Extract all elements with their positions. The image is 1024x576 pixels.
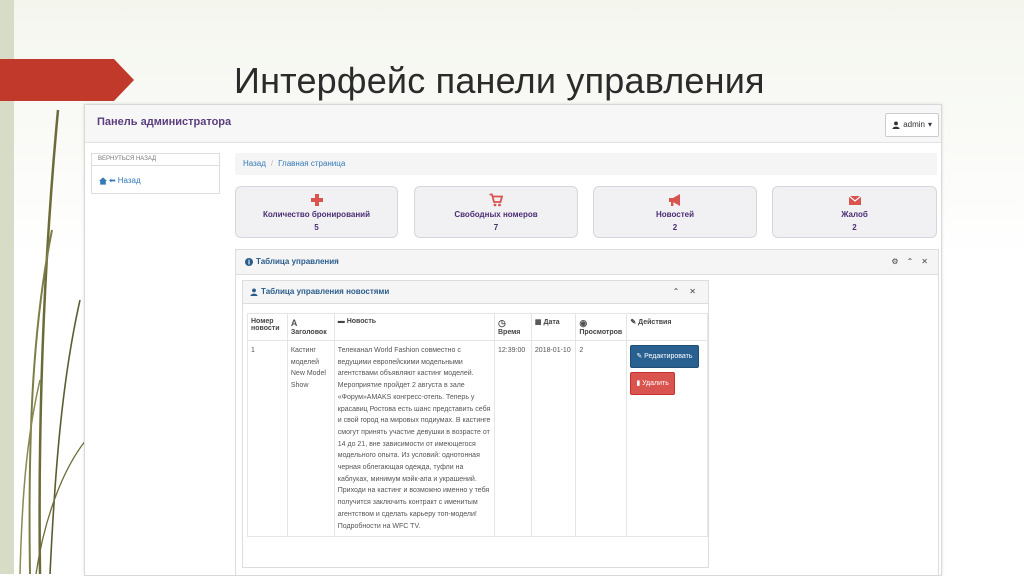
stat-value: 7 (493, 223, 499, 232)
comment-icon: ▬ (337, 318, 345, 325)
calendar-icon: ▦ (534, 319, 542, 326)
management-panel-title: Таблица управления (245, 257, 339, 266)
envelope-icon (848, 195, 861, 205)
news-table: Номер новости A Заголовок ▬ Новость ◷ Вр… (247, 313, 708, 538)
arrow-left-icon: ⬅ (109, 176, 116, 185)
column-header-views: ◉ Просмотров (575, 313, 628, 341)
chevron-up-icon[interactable]: ⌃ (673, 287, 680, 296)
chevron-up-icon[interactable]: ⌃ (907, 257, 914, 266)
management-panel-title-text: Таблица управления (256, 257, 339, 266)
sidebar-panel: ВЕРНУТЬСЯ НАЗАД ⬅ Назад (91, 153, 220, 194)
panel-controls: ⚙ ⌃ ✕ (891, 257, 928, 266)
column-header-number: Номер новости (247, 313, 288, 341)
table-row: 1 Кастинг моделей New Model Show Телекан… (247, 339, 708, 538)
column-header-heading: A Заголовок (286, 313, 335, 341)
breadcrumb-item-back[interactable]: Назад (243, 159, 266, 168)
title-arrow-shape (0, 59, 134, 101)
trash-icon: ▮ (636, 380, 641, 387)
table-header-row: Номер новости A Заголовок ▬ Новость ◷ Вр… (247, 313, 708, 341)
eye-icon: ◉ (579, 318, 588, 328)
management-panel-header: Таблица управления ⚙ ⌃ ✕ (236, 250, 938, 275)
bullhorn-icon (669, 194, 680, 206)
breadcrumb: Назад / Главная страница (235, 153, 937, 175)
home-icon (99, 176, 107, 185)
breadcrumb-separator: / (270, 159, 274, 168)
pencil-icon: ✎ (630, 319, 637, 326)
news-panel-title-text: Таблица управления новостями (261, 287, 390, 296)
close-icon[interactable]: ✕ (689, 287, 696, 296)
slide-title: Интерфейс панели управления (234, 60, 765, 101)
edit-icon: ✎ (636, 353, 643, 360)
stat-label: Новостей (656, 210, 694, 219)
stat-label: Жалоб (841, 210, 868, 219)
info-icon (245, 257, 253, 266)
navbar: Панель администратора admin ▾ (85, 105, 941, 143)
font-icon: A (290, 318, 298, 328)
cell-date: 2018-01-10 (530, 339, 577, 538)
news-panel: Таблица управления новостями ⌃ ✕ Номер н… (242, 280, 709, 568)
stat-card-bookings[interactable]: Количество бронирований 5 (235, 186, 398, 238)
management-panel: Таблица управления ⚙ ⌃ ✕ Таблица управле… (235, 249, 939, 575)
stat-value: 2 (672, 223, 678, 232)
admin-app-screenshot: Панель администратора admin ▾ ВЕРНУТЬСЯ … (84, 104, 942, 576)
stat-card-free-rooms[interactable]: Свободных номеров 7 (414, 186, 578, 238)
cell-actions: ✎ Редактировать ▮ Удалить (626, 339, 708, 538)
user-name: admin (903, 120, 925, 129)
stat-card-complaints[interactable]: Жалоб 2 (772, 186, 937, 238)
cell-views: 2 (575, 339, 628, 538)
close-icon[interactable]: ✕ (921, 257, 928, 266)
user-icon (250, 287, 258, 296)
stat-card-news[interactable]: Новостей 2 (593, 186, 757, 238)
stat-label: Свободных номеров (454, 210, 538, 219)
news-panel-controls: ⌃ ✕ (673, 287, 696, 296)
navbar-brand[interactable]: Панель администратора (97, 116, 231, 128)
news-panel-header: Таблица управления новостями ⌃ ✕ (243, 281, 708, 304)
user-icon (892, 121, 900, 129)
plus-icon (310, 194, 323, 206)
delete-button[interactable]: ▮ Удалить (630, 372, 675, 395)
user-menu-button[interactable]: admin ▾ (885, 113, 939, 137)
sidebar-heading: ВЕРНУТЬСЯ НАЗАД (92, 154, 219, 166)
cell-news-text: Телеканал World Fashion совместно с веду… (333, 339, 495, 538)
breadcrumb-item-home[interactable]: Главная страница (278, 159, 345, 168)
gear-icon[interactable]: ⚙ (891, 257, 898, 266)
clock-icon: ◷ (497, 318, 506, 328)
column-header-date: ▦ Дата (530, 313, 577, 341)
stat-label: Количество бронирований (262, 210, 370, 219)
column-header-actions: ✎ Действия (626, 313, 708, 341)
cell-time: 12:39:00 (493, 339, 532, 538)
stat-value: 5 (314, 223, 319, 232)
caret-down-icon: ▾ (927, 120, 932, 129)
cell-number: 1 (247, 339, 288, 538)
cart-icon (489, 193, 503, 207)
sidebar-back-link[interactable]: ⬅ Назад (99, 176, 141, 185)
sidebar-back-label: Назад (117, 176, 141, 185)
column-header-news: ▬ Новость (333, 313, 495, 341)
stat-value: 2 (852, 223, 857, 232)
cell-heading: Кастинг моделей New Model Show (286, 339, 335, 538)
edit-button[interactable]: ✎ Редактировать (630, 345, 699, 368)
news-panel-title: Таблица управления новостями (250, 287, 389, 296)
column-header-time: ◷ Время (493, 313, 532, 341)
